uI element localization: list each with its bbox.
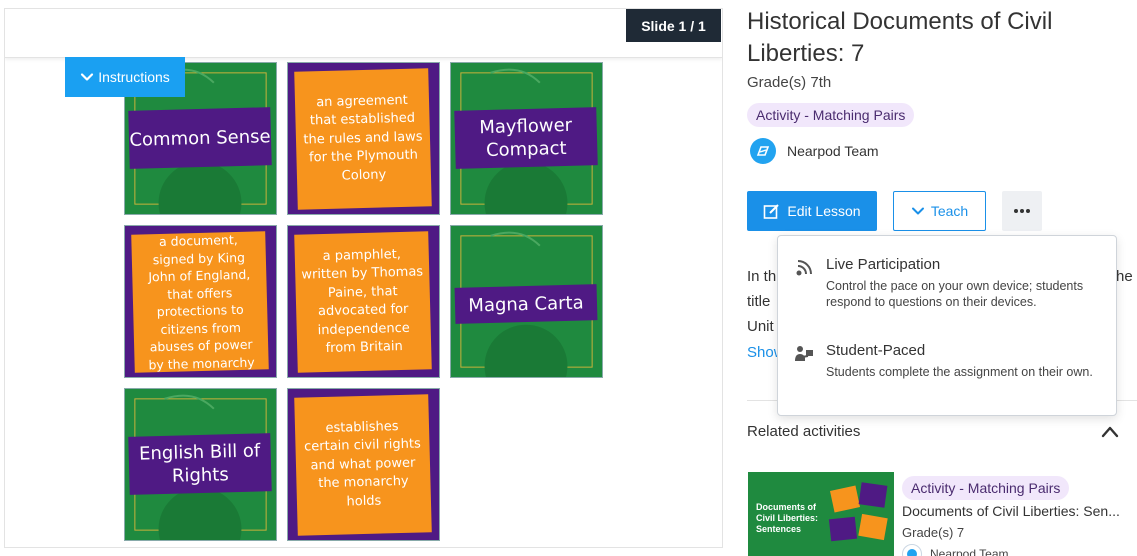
match-card[interactable]: a document, signed by King John of Engla… <box>124 225 277 378</box>
thumbnail-cards-graphic <box>828 482 888 542</box>
match-card[interactable]: English Bill of Rights <box>124 388 277 541</box>
match-card[interactable]: Mayflower Compact <box>450 62 603 215</box>
match-card[interactable]: Magna Carta <box>450 225 603 378</box>
activity-preview: Slide 1 / 1 Instructions Common Sense an… <box>4 8 723 548</box>
term-text: Magna Carta <box>454 284 598 324</box>
teach-label: Teach <box>930 203 969 219</box>
definition-text: a pamphlet, written by Thomas Paine, tha… <box>294 231 432 373</box>
term-text: Common Sense <box>128 107 272 169</box>
menu-item-live-participation[interactable]: Live Participation Control the pace on y… <box>794 256 1099 326</box>
edit-lesson-button[interactable]: Edit Lesson <box>747 191 877 231</box>
edit-lesson-label: Edit Lesson <box>787 203 861 219</box>
term-text: English Bill of Rights <box>128 433 272 495</box>
related-activity-thumbnail[interactable]: Documents of Civil Liberties: Sentences <box>748 472 894 556</box>
lesson-title: Historical Documents of Civil Liberties:… <box>747 8 1053 67</box>
activity-type-badge: Activity - Matching Pairs <box>747 103 915 127</box>
related-author-name: Nearpod Team <box>930 547 1009 556</box>
student-paced-icon <box>795 346 813 361</box>
menu-item-description: Control the pace on your own device; stu… <box>826 279 1084 309</box>
related-activities-title: Related activities <box>747 423 861 440</box>
term-text: Mayflower Compact <box>454 107 598 169</box>
related-activity-author: Nearpod Team <box>902 544 1009 556</box>
definition-text: an agreement that established the rules … <box>294 68 432 210</box>
nearpod-logo-icon <box>902 544 922 556</box>
instructions-button[interactable]: Instructions <box>65 57 185 97</box>
nearpod-logo-icon <box>750 138 776 164</box>
related-activity-name[interactable]: Documents of Civil Liberties: Sen... <box>902 503 1120 519</box>
menu-item-title: Live Participation <box>826 256 941 273</box>
thumbnail-title: Documents of Civil Liberties: Sentences <box>756 502 819 534</box>
teach-dropdown-menu: Live Participation Control the pace on y… <box>777 235 1117 416</box>
more-dots-icon <box>1014 209 1030 213</box>
match-card[interactable]: an agreement that established the rules … <box>287 62 440 215</box>
related-activity-grade: Grade(s) 7 <box>902 525 965 540</box>
menu-item-student-paced[interactable]: Student-Paced Students complete the assi… <box>794 342 1099 406</box>
description-fragment: he <box>1116 268 1133 285</box>
slide-counter: Slide 1 / 1 <box>626 9 721 42</box>
more-options-button[interactable] <box>1002 191 1042 231</box>
lesson-grade: Grade(s) 7th <box>747 74 832 91</box>
menu-item-title: Student-Paced <box>826 342 926 359</box>
definition-text: establishes certain civil rights and wha… <box>294 394 432 536</box>
chevron-down-icon <box>911 207 924 215</box>
author-name: Nearpod Team <box>787 143 879 159</box>
definition-text: a document, signed by King John of Engla… <box>131 231 269 373</box>
lesson-author[interactable]: Nearpod Team <box>750 138 879 164</box>
preview-toolbar: Slide 1 / 1 <box>5 9 722 58</box>
menu-item-description: Students complete the assignment on thei… <box>826 365 1093 379</box>
chevron-up-icon[interactable] <box>1100 424 1120 440</box>
live-signal-icon <box>796 260 812 276</box>
related-type-badge: Activity - Matching Pairs <box>902 476 1070 500</box>
teach-button[interactable]: Teach <box>893 191 986 231</box>
instructions-label: Instructions <box>98 69 170 85</box>
chevron-down-icon <box>81 73 94 81</box>
match-card[interactable]: a pamphlet, written by Thomas Paine, tha… <box>287 225 440 378</box>
match-card[interactable]: establishes certain civil rights and wha… <box>287 388 440 541</box>
edit-icon <box>764 203 780 219</box>
